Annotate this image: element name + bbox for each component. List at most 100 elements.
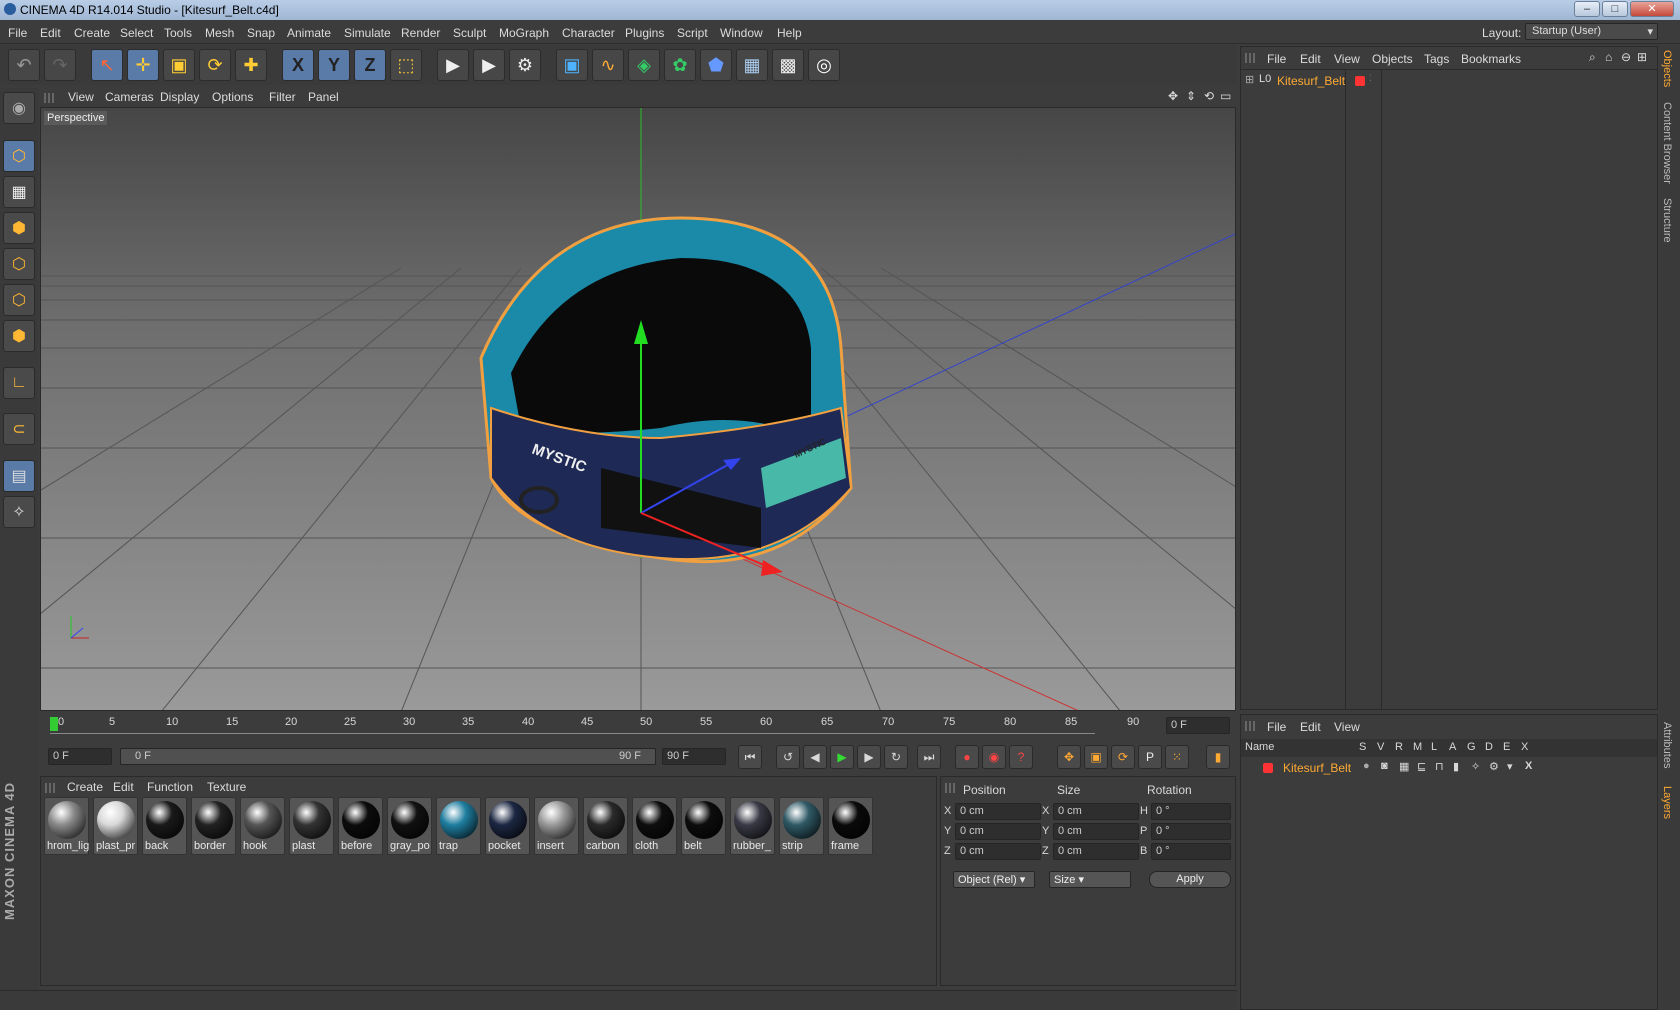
layer-row[interactable]: Kitesurf_Belt ● ◙ ▦ ⊑ ⊓ ▮ ✧ ⚙ ▾ X xyxy=(1245,759,1657,777)
size-z-field[interactable]: 0 cm xyxy=(1053,843,1139,860)
render-picture-viewer-button[interactable]: ▶ xyxy=(473,49,505,81)
perspective-viewport[interactable]: MYSTIC MYSTIC Perspective xyxy=(40,107,1236,711)
z-axis-button[interactable]: Z xyxy=(354,49,386,81)
vp-zoom-icon[interactable]: ⇕ xyxy=(1186,89,1196,103)
render-toggle-icon[interactable]: ▦ xyxy=(1399,760,1409,773)
axis-mode-icon[interactable]: ∟ xyxy=(3,367,35,399)
menu-tools[interactable]: Tools xyxy=(164,26,192,40)
mat-menu-create[interactable]: Create xyxy=(67,780,103,794)
expand-icon[interactable]: ⊞ xyxy=(1245,73,1254,86)
timeline-window-icon[interactable]: ▮ xyxy=(1206,745,1230,769)
material-swatch[interactable]: pocket xyxy=(485,797,530,855)
current-frame-field[interactable]: 0 F xyxy=(1166,717,1230,734)
generator-toggle-icon[interactable]: ✧ xyxy=(1471,760,1480,773)
position-y-field[interactable]: 0 cm xyxy=(955,823,1041,840)
layer-color-tag[interactable] xyxy=(1355,76,1365,86)
layer-menu-file[interactable]: File xyxy=(1267,720,1286,734)
camera-button[interactable]: ▩ xyxy=(772,49,804,81)
position-z-field[interactable]: 0 cm xyxy=(955,843,1041,860)
layout-select[interactable]: Startup (User) ▾ xyxy=(1525,23,1658,40)
nurbs-button[interactable]: ◈ xyxy=(628,49,660,81)
move-tool-button[interactable]: ✛ xyxy=(127,49,159,81)
menu-script[interactable]: Script xyxy=(677,26,708,40)
key-position-icon[interactable]: ✥ xyxy=(1057,745,1081,769)
redo-button[interactable]: ↷ xyxy=(44,49,76,81)
menu-mesh[interactable]: Mesh xyxy=(205,26,234,40)
visibility-dots-icon[interactable]: ⁚ xyxy=(1369,73,1372,84)
cube-object-button[interactable]: ▣ xyxy=(556,49,588,81)
apply-button[interactable]: Apply xyxy=(1149,871,1231,888)
material-swatch[interactable]: trap xyxy=(436,797,481,855)
menu-help[interactable]: Help xyxy=(777,26,802,40)
material-swatch[interactable]: before xyxy=(338,797,383,855)
edges-mode-icon[interactable]: ⬡ xyxy=(3,284,35,316)
mat-menu-function[interactable]: Function xyxy=(147,780,193,794)
previous-key-icon[interactable]: ↺ xyxy=(776,745,800,769)
snap-icon[interactable]: ✧ xyxy=(3,496,35,528)
tab-layers[interactable]: Layers xyxy=(1661,786,1673,819)
vp-menu-cameras[interactable]: Cameras xyxy=(105,90,154,104)
y-axis-button[interactable]: Y xyxy=(318,49,350,81)
record-icon[interactable]: ● xyxy=(955,745,979,769)
view-toggle-icon[interactable]: ◙ xyxy=(1381,760,1388,772)
x-axis-button[interactable]: X xyxy=(282,49,314,81)
start-frame-field[interactable]: 0 F xyxy=(48,748,112,765)
coordinate-system-button[interactable]: ⬚ xyxy=(390,49,422,81)
model-mode-icon[interactable]: ⬡ xyxy=(3,140,35,172)
texture-mode-icon[interactable]: ▦ xyxy=(3,176,35,208)
vp-rotate-icon[interactable]: ⟲ xyxy=(1204,89,1214,103)
scene-floor-button[interactable]: ▦ xyxy=(736,49,768,81)
obj-menu-objects[interactable]: Objects xyxy=(1372,52,1413,66)
menu-edit[interactable]: Edit xyxy=(40,26,61,40)
object-row[interactable]: ⊞ L0 Kitesurf_Belt ⁚ xyxy=(1245,72,1657,90)
animation-toggle-icon[interactable]: ▮ xyxy=(1453,760,1459,773)
mat-menu-texture[interactable]: Texture xyxy=(207,780,246,794)
position-x-field[interactable]: 0 cm xyxy=(955,803,1041,820)
undo-button[interactable]: ↶ xyxy=(8,49,40,81)
solo-toggle-icon[interactable]: ● xyxy=(1363,760,1370,772)
maximize-button[interactable]: □ xyxy=(1602,1,1628,17)
play-icon[interactable]: ▶ xyxy=(830,745,854,769)
autokey-icon[interactable]: ◉ xyxy=(982,745,1006,769)
obj-menu-bookmarks[interactable]: Bookmarks xyxy=(1461,52,1521,66)
material-swatch[interactable]: hrom_lig xyxy=(44,797,89,855)
rotation-h-field[interactable]: 0 ° xyxy=(1151,803,1231,820)
material-swatch[interactable]: plast_pr xyxy=(93,797,138,855)
tab-attributes[interactable]: Attributes xyxy=(1661,722,1673,768)
material-swatch[interactable]: frame xyxy=(828,797,873,855)
layer-menu-edit[interactable]: Edit xyxy=(1300,720,1321,734)
vp-maximize-icon[interactable]: ▭ xyxy=(1220,89,1231,103)
select-tool-button[interactable]: ↖ xyxy=(91,49,123,81)
layer-color-swatch[interactable] xyxy=(1263,763,1273,773)
workplane-mode-icon[interactable]: ⬢ xyxy=(3,212,35,244)
key-scale-icon[interactable]: ▣ xyxy=(1084,745,1108,769)
playhead[interactable] xyxy=(50,717,58,731)
minimize-button[interactable]: – xyxy=(1574,1,1600,17)
obj-menu-file[interactable]: File xyxy=(1267,52,1286,66)
new-window-icon[interactable]: ⊞ xyxy=(1637,50,1647,64)
xref-toggle-icon[interactable]: X xyxy=(1525,760,1532,772)
object-name[interactable]: Kitesurf_Belt xyxy=(1277,74,1345,88)
material-swatch[interactable]: plast xyxy=(289,797,334,855)
mat-menu-edit[interactable]: Edit xyxy=(113,780,134,794)
light-button[interactable]: ◎ xyxy=(808,49,840,81)
material-swatch[interactable]: gray_po xyxy=(387,797,432,855)
close-button[interactable]: ✕ xyxy=(1630,1,1674,17)
expression-toggle-icon[interactable]: ▾ xyxy=(1507,760,1513,773)
vp-move-icon[interactable]: ✥ xyxy=(1168,89,1178,103)
menu-plugins[interactable]: Plugins xyxy=(625,26,664,40)
tab-structure[interactable]: Structure xyxy=(1661,198,1673,243)
make-editable-icon[interactable]: ◉ xyxy=(3,92,35,124)
menu-select[interactable]: Select xyxy=(120,26,153,40)
material-swatch[interactable]: insert xyxy=(534,797,579,855)
menu-file[interactable]: File xyxy=(8,26,27,40)
obj-menu-view[interactable]: View xyxy=(1334,52,1360,66)
magnet-icon[interactable]: ⊂ xyxy=(3,413,35,445)
material-swatch[interactable]: hook xyxy=(240,797,285,855)
deformer-toggle-icon[interactable]: ⚙ xyxy=(1489,760,1499,773)
render-view-button[interactable]: ▶ xyxy=(437,49,469,81)
rotate-tool-button[interactable]: ⟳ xyxy=(199,49,231,81)
scale-tool-button[interactable]: ▣ xyxy=(163,49,195,81)
key-rotation-icon[interactable]: ⟳ xyxy=(1111,745,1135,769)
live-selection-button[interactable]: ✚ xyxy=(235,49,267,81)
